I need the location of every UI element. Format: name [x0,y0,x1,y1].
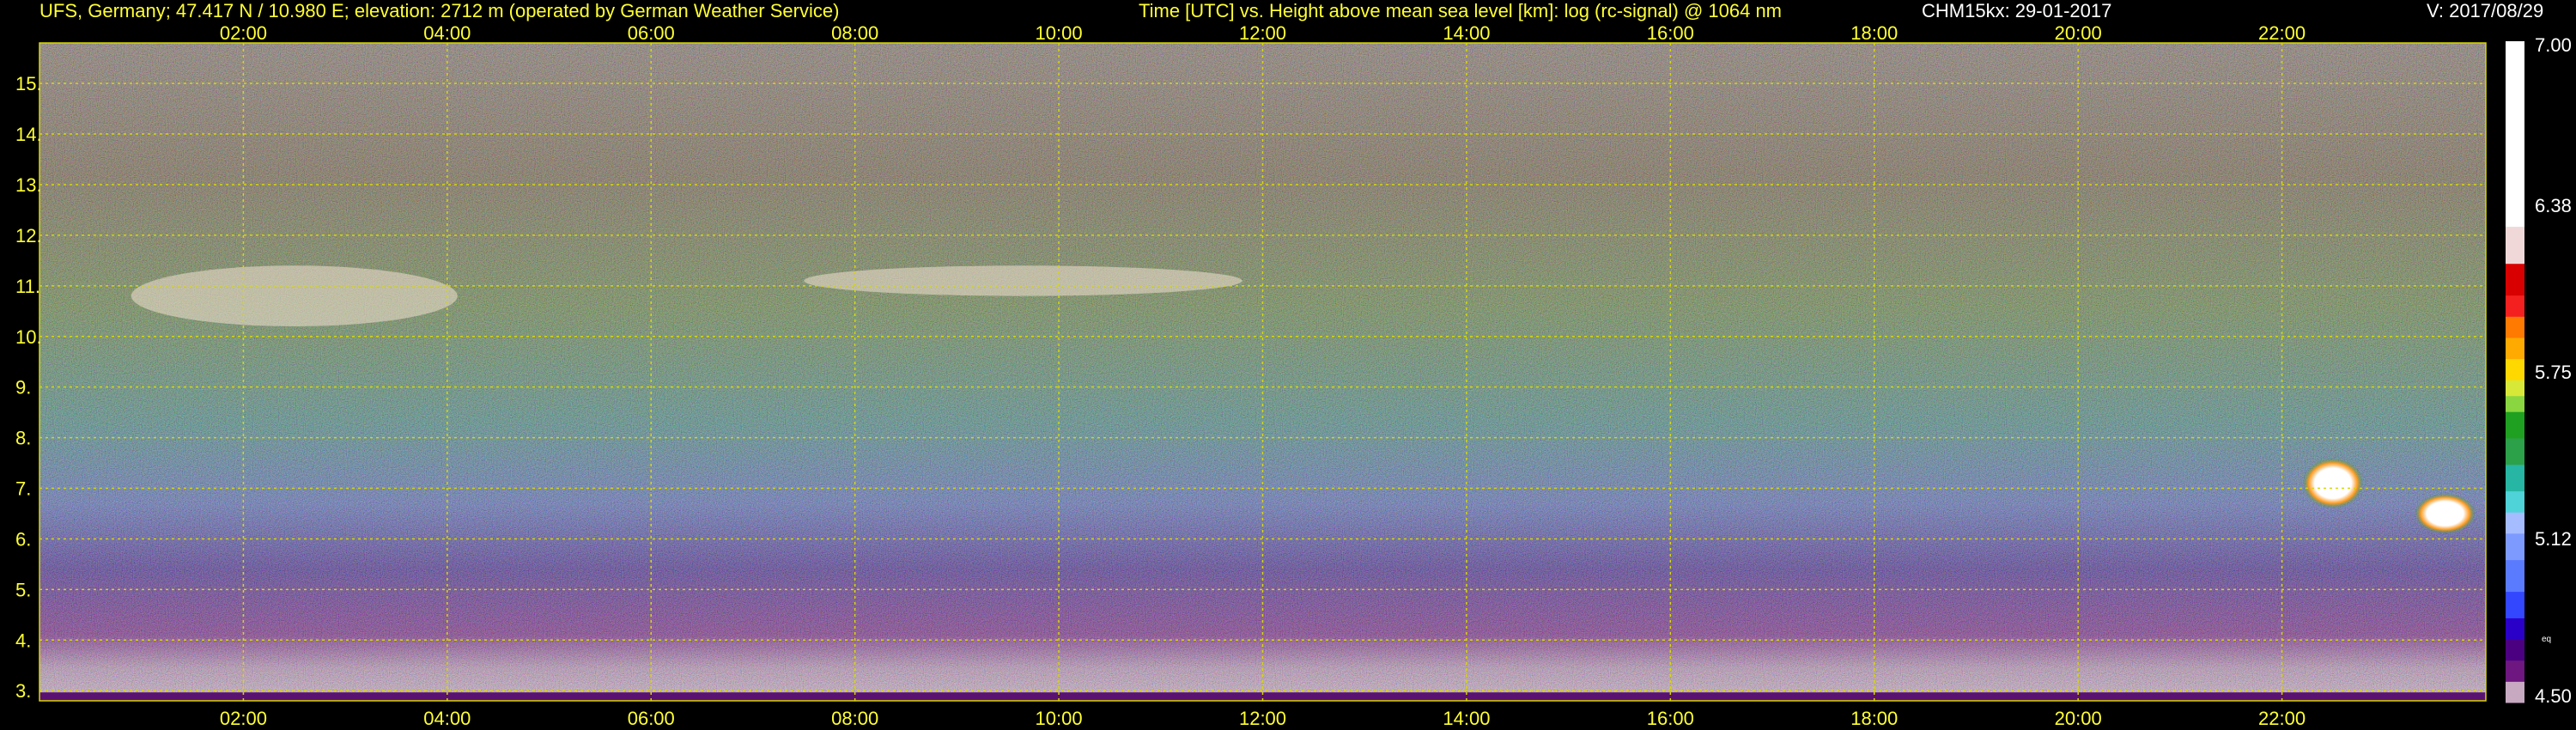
colorbar-segment-5 [2506,559,2524,593]
colorbar-segment-14 [2506,358,2524,380]
feature-cirrus-1 [804,265,1242,296]
x-tick-bottom-10: 22:00 [2258,708,2306,729]
x-axis-top-labels: 02:00 04:00 06:00 08:00 10:00 12:00 14:00 16:00… [220,22,2306,44]
x-tick-top-5: 12:00 [1239,22,1286,44]
x-tick-bottom-0: 02:00 [220,708,267,729]
colorbar-segment-15 [2506,337,2524,360]
ceilometer-chart: 02:00 04:00 06:00 08:00 10:00 12:00 14:00 16:00… [15,22,2572,729]
y-tick-12: 15. [15,73,42,94]
y-tick-5: 8. [15,428,31,449]
y-axis-labels: 3. 4. 5. 6. 7. 8. 9. 10. 11. 12. 13. 14. 15. [15,73,42,702]
colorbar-segment-12 [2506,395,2524,412]
y-tick-1: 4. [15,630,31,651]
colorbar-segment-17 [2506,295,2524,317]
y-tick-10: 13. [15,174,42,196]
x-tick-bottom-2: 06:00 [628,708,675,729]
feature-cirrus-0 [131,265,458,326]
colorbar-label-0: 7.00 [2535,34,2572,56]
y-tick-0: 3. [15,680,31,702]
colorbar-small-label: eq [2542,635,2551,644]
x-tick-top-2: 06:00 [628,22,675,44]
x-tick-top-3: 08:00 [831,22,878,44]
x-tick-top-4: 10:00 [1036,22,1083,44]
x-tick-top-10: 22:00 [2258,22,2306,44]
x-tick-bottom-7: 16:00 [1647,708,1694,729]
x-tick-bottom-1: 04:00 [423,708,471,729]
colorbar-segment-4 [2506,591,2524,618]
colorbar-segment-6 [2506,532,2524,561]
colorbar-segment-19 [2506,226,2524,265]
colorbar-segment-3 [2506,617,2524,640]
x-tick-top-8: 18:00 [1850,22,1898,44]
y-tick-4: 7. [15,478,31,500]
colorbar-label-2: 5.75 [2535,362,2572,383]
colorbar-segment-10 [2506,438,2524,465]
x-axis-bottom-labels: 02:00 04:00 06:00 08:00 10:00 12:00 14:00 16:00… [220,708,2306,729]
x-tick-top-7: 16:00 [1647,22,1694,44]
colorbar-segment-8 [2506,490,2524,513]
y-tick-2: 5. [15,579,31,600]
x-tick-top-9: 20:00 [2055,22,2102,44]
colorbar-labels: 7.00 6.38 5.75 5.12 4.50 eq [2535,34,2572,707]
colorbar [2506,41,2524,703]
x-tick-top-6: 14:00 [1443,22,1490,44]
colorbar-segment-7 [2506,512,2524,534]
y-tick-11: 14. [15,124,42,145]
colorbar-segment-20 [2506,41,2524,228]
colorbar-segment-0 [2506,681,2524,703]
x-tick-bottom-9: 20:00 [2055,708,2102,729]
x-tick-bottom-4: 10:00 [1036,708,1083,729]
colorbar-segment-2 [2506,639,2524,661]
colorbar-segment-13 [2506,380,2524,397]
y-tick-9: 12. [15,225,42,246]
instrument-date: CHM15kx: 29-01-2017 [1922,0,2112,21]
colorbar-label-4: 4.50 [2535,685,2572,707]
colorbar-label-3: 5.12 [2535,528,2572,550]
y-tick-6: 9. [15,377,31,398]
y-tick-8: 11. [15,276,40,297]
station-info: UFS, Germany; 47.417 N / 10.980 E; eleva… [39,0,840,21]
y-tick-7: 10. [15,326,42,348]
colorbar-label-1: 6.38 [2535,195,2572,216]
x-tick-top-0: 02:00 [220,22,267,44]
y-tick-3: 6. [15,528,31,550]
x-tick-bottom-3: 08:00 [831,708,878,729]
x-tick-bottom-6: 14:00 [1443,708,1490,729]
colorbar-segment-16 [2506,316,2524,338]
feature-cloud-3 [2414,493,2476,534]
colorbar-segment-1 [2506,660,2524,682]
x-tick-top-1: 04:00 [423,22,471,44]
chart-title: Time [UTC] vs. Height above mean sea lev… [1139,0,1783,21]
colorbar-segment-18 [2506,263,2524,296]
colorbar-segment-11 [2506,411,2524,439]
version-label: V: 2017/08/29 [2427,0,2544,21]
colorbar-segment-9 [2506,464,2524,492]
x-tick-bottom-8: 18:00 [1850,708,1898,729]
feature-cloud-2 [2302,458,2364,509]
x-tick-bottom-5: 12:00 [1239,708,1286,729]
